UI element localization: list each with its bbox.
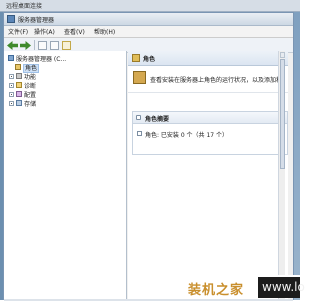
- roles-summary-section: 角色摘要 角色: 已安装 0 个（共 17 个）: [132, 111, 288, 155]
- window-titlebar[interactable]: 服务器管理器: [4, 13, 293, 26]
- up-icon[interactable]: [38, 41, 47, 50]
- tree-item-roles[interactable]: 角色: [15, 63, 40, 73]
- content-header: 角色: [128, 51, 288, 66]
- help-icon[interactable]: [62, 41, 71, 50]
- roles-summary-title: 角色摘要: [145, 116, 170, 123]
- roles-intro: 查看安装在服务器上角色的运行状况，以及添加和: [128, 66, 288, 93]
- scroll-up-icon[interactable]: [280, 52, 285, 58]
- tree-item-label: 服务器管理器 (C...: [16, 56, 67, 63]
- menu-help[interactable]: 帮助(H): [94, 27, 115, 36]
- roles-intro-text: 查看安装在服务器上角色的运行状况，以及添加和: [150, 77, 283, 84]
- vertical-scrollbar[interactable]: [278, 51, 285, 299]
- remote-desktop-title: 远程桌面连接: [6, 3, 43, 10]
- scrollbar-thumb[interactable]: [280, 59, 285, 169]
- roles-icon: [15, 64, 21, 70]
- content-pane: 角色 查看安装在服务器上角色的运行状况，以及添加和 角色摘要 角色: 已安装 0…: [128, 51, 288, 299]
- features-icon: [16, 73, 22, 79]
- tree-item-server-manager[interactable]: 服务器管理器 (C...: [8, 54, 66, 63]
- configuration-icon: [16, 91, 22, 97]
- collapse-icon[interactable]: [137, 131, 142, 136]
- content-title: 角色: [143, 56, 156, 63]
- expand-icon[interactable]: [9, 83, 14, 88]
- forward-icon[interactable]: [20, 41, 31, 50]
- expand-icon[interactable]: [9, 92, 14, 97]
- roles-installed-text: 角色: 已安装 0 个（共 17 个）: [145, 132, 229, 139]
- roles-large-icon: [133, 71, 146, 84]
- storage-icon: [16, 100, 22, 106]
- tree-item-features[interactable]: 功能: [9, 72, 36, 81]
- tree-item-label: 功能: [24, 74, 37, 81]
- roles-installed-line: 角色: 已安装 0 个（共 17 个）: [137, 130, 229, 139]
- watermark-badge: www.lo: [258, 277, 305, 298]
- back-icon[interactable]: [7, 41, 18, 50]
- watermark: 装机之家 www.lo: [185, 275, 305, 298]
- watermark-text-en: www.lo: [262, 280, 305, 294]
- toolbar-separator: [34, 40, 35, 50]
- roles-summary-header[interactable]: 角色摘要: [133, 112, 287, 124]
- watermark-text-cn: 装机之家: [188, 283, 245, 298]
- tree-item-label: 配置: [24, 92, 37, 99]
- menu-file[interactable]: 文件(F): [8, 27, 28, 36]
- expand-icon[interactable]: [9, 101, 14, 106]
- menu-action[interactable]: 操作(A): [34, 27, 55, 36]
- tree-item-label: 诊断: [24, 83, 37, 90]
- remote-desktop-titlebar: 远程桌面连接: [0, 0, 300, 12]
- tree-item-label: 存储: [24, 101, 37, 108]
- properties-icon[interactable]: [50, 41, 59, 50]
- diagnostics-icon: [16, 82, 22, 88]
- navigation-tree: 服务器管理器 (C... 角色 功能 诊断 配置 存储: [4, 51, 127, 299]
- server-manager-window: 服务器管理器 文件(F) 操作(A) 查看(V) 帮助(H) 服务器管理器 (C…: [3, 12, 294, 301]
- menu-bar: 文件(F) 操作(A) 查看(V) 帮助(H): [4, 26, 293, 38]
- desktop-edge-right: [294, 12, 300, 300]
- expand-icon[interactable]: [9, 74, 14, 79]
- tree-item-configuration[interactable]: 配置: [9, 90, 36, 99]
- tree-item-diagnostics[interactable]: 诊断: [9, 81, 36, 90]
- tree-item-storage[interactable]: 存储: [9, 99, 36, 108]
- server-icon: [8, 55, 14, 61]
- roles-icon: [132, 54, 140, 62]
- collapse-icon[interactable]: [136, 115, 141, 120]
- menu-view[interactable]: 查看(V): [64, 27, 85, 36]
- server-manager-icon: [7, 15, 15, 23]
- window-title: 服务器管理器: [18, 17, 55, 24]
